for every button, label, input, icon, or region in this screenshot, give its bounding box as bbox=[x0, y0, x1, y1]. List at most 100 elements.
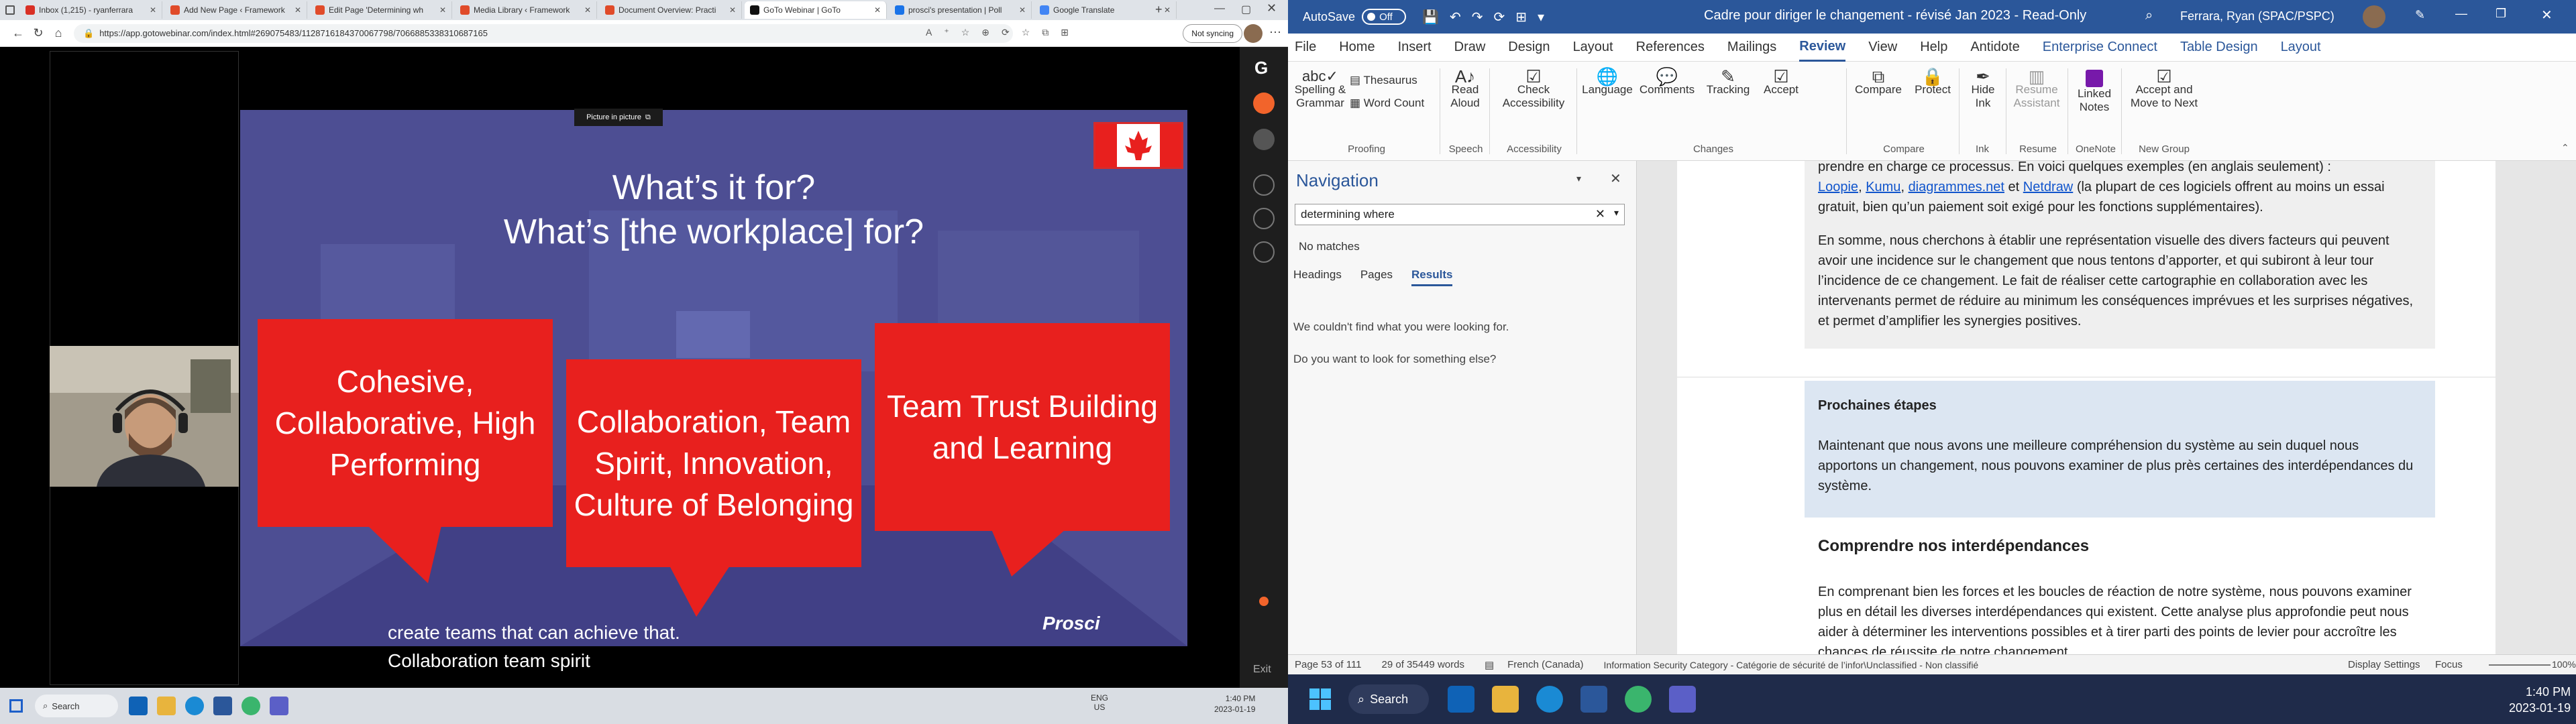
browser-tab[interactable]: Document Overview: Practi ✕ bbox=[600, 1, 742, 19]
restore-icon[interactable]: ❐ bbox=[2496, 7, 2506, 21]
link-kumu[interactable]: Kumu bbox=[1866, 180, 1900, 194]
thesaurus-button[interactable]: ▤ Thesaurus bbox=[1350, 74, 1424, 87]
tab-close-icon[interactable]: ✕ bbox=[874, 5, 881, 15]
clock[interactable]: 1:40 PM 2023-01-19 bbox=[1214, 693, 1255, 715]
audio-icon[interactable] bbox=[1253, 93, 1275, 114]
close-icon[interactable]: ✕ bbox=[2541, 7, 2553, 23]
language-indicator[interactable]: ENG US bbox=[1091, 693, 1108, 712]
accept-button[interactable]: ☑ Accept bbox=[1758, 68, 1805, 97]
handouts-icon[interactable] bbox=[1253, 241, 1275, 263]
explorer-app-icon[interactable] bbox=[1492, 686, 1519, 713]
edge-app-icon[interactable] bbox=[185, 697, 204, 715]
read-aloud-button[interactable]: A♪ Read Aloud bbox=[1445, 68, 1485, 110]
browser-tab[interactable]: Edit Page 'Determining wh ✕ bbox=[310, 1, 452, 19]
tab-close-icon[interactable]: ✕ bbox=[150, 5, 156, 15]
clock[interactable]: 1:40 PM 2023-01-19 bbox=[2509, 684, 2571, 716]
display-settings[interactable]: Display Settings bbox=[2348, 659, 2420, 670]
comments-button[interactable]: 💬 Comments bbox=[1637, 68, 1697, 97]
back-icon[interactable]: ← bbox=[8, 23, 28, 44]
clear-search-icon[interactable]: ✕ bbox=[1595, 207, 1605, 221]
quick-access-icons[interactable]: 💾↶↷⟳⊞▾ bbox=[1422, 9, 1555, 25]
link-diagrammes[interactable]: diagrammes.net bbox=[1909, 180, 2004, 194]
nav-search-input[interactable]: determining where ✕ ▾ bbox=[1295, 204, 1625, 225]
page-count[interactable]: Page 53 of 111 bbox=[1295, 659, 1362, 670]
minimize-icon[interactable]: — bbox=[1214, 3, 1225, 15]
menu-tab[interactable]: Design bbox=[1508, 34, 1550, 62]
browser-tab[interactable]: Inbox (1,215) - ryanferrara ✕ bbox=[20, 1, 162, 19]
menu-tab[interactable]: Table Design bbox=[2180, 34, 2258, 62]
search-dropdown-icon[interactable]: ▾ bbox=[1614, 207, 1619, 219]
profile-avatar[interactable] bbox=[1244, 24, 1263, 43]
refresh-icon[interactable]: ↻ bbox=[28, 23, 48, 44]
taskbar-search[interactable]: ⌕ Search bbox=[35, 695, 118, 717]
picture-in-picture-button[interactable]: Picture in picture ⧉ bbox=[574, 109, 663, 126]
menu-tab[interactable]: Home bbox=[1339, 34, 1375, 62]
word-count[interactable]: 29 of 35449 words bbox=[1382, 659, 1464, 670]
menu-tab[interactable]: Insert bbox=[1398, 34, 1432, 62]
chat-icon[interactable] bbox=[1253, 208, 1275, 229]
autosave-toggle[interactable]: Off bbox=[1362, 9, 1407, 25]
check-accessibility-button[interactable]: ☑ Check Accessibility bbox=[1493, 68, 1574, 110]
home-icon[interactable]: ⌂ bbox=[48, 23, 68, 44]
tab-close-icon[interactable]: ✕ bbox=[294, 5, 301, 15]
new-tab-icon[interactable]: + bbox=[1155, 3, 1163, 17]
word-app-icon[interactable] bbox=[1580, 686, 1607, 713]
chrome-app-icon[interactable] bbox=[241, 697, 260, 715]
zoom-slider[interactable] bbox=[2489, 664, 2551, 666]
chrome-app-icon[interactable] bbox=[1625, 686, 1652, 713]
ribbon-options-icon[interactable]: ✎ bbox=[2415, 8, 2425, 22]
nav-options-icon[interactable]: ▾ bbox=[1576, 173, 1581, 184]
menu-tab[interactable]: File bbox=[1295, 34, 1316, 62]
user-avatar[interactable] bbox=[2363, 5, 2385, 28]
browser-tab[interactable]: prosci's presentation | Poll ✕ bbox=[890, 1, 1032, 19]
url-input[interactable]: 🔒 https://app.gotowebinar.com/index.html#… bbox=[74, 23, 1013, 43]
toolbar-icons[interactable]: A⁺☆⊕⟳☆⧉⊞ bbox=[926, 27, 1081, 38]
focus-mode[interactable]: Focus bbox=[2435, 659, 2463, 670]
more-menu-icon[interactable]: ⋯ bbox=[1269, 25, 1281, 40]
menu-tab[interactable]: Review bbox=[1799, 34, 1846, 62]
collapse-ribbon-icon[interactable]: ⌃ bbox=[2561, 142, 2569, 154]
teams-app-icon[interactable] bbox=[1669, 686, 1696, 713]
tracking-button[interactable]: ✎ Tracking bbox=[1701, 68, 1755, 97]
menu-tab[interactable]: Layout bbox=[1573, 34, 1613, 62]
outlook-app-icon[interactable] bbox=[1448, 686, 1474, 713]
taskbar-search[interactable]: ⌕ Search bbox=[1348, 684, 1429, 714]
zoom-level[interactable]: 100% bbox=[2552, 659, 2576, 670]
language-status[interactable]: French (Canada) bbox=[1507, 659, 1583, 670]
maximize-icon[interactable]: ▢ bbox=[1241, 3, 1251, 16]
tab-headings[interactable]: Headings bbox=[1293, 268, 1342, 286]
teams-app-icon[interactable] bbox=[270, 697, 288, 715]
tab-actions-icon[interactable] bbox=[5, 5, 15, 15]
compare-button[interactable]: ⧉ Compare bbox=[1851, 68, 1905, 97]
questions-icon[interactable] bbox=[1253, 174, 1275, 196]
word-count-button[interactable]: ▦ Word Count bbox=[1350, 97, 1437, 110]
word-app-icon[interactable] bbox=[213, 697, 232, 715]
browser-tab[interactable]: Add New Page ‹ Framework ✕ bbox=[165, 1, 307, 19]
accept-move-next-button[interactable]: ☑ Accept and Move to Next bbox=[2124, 68, 2204, 110]
minimize-icon[interactable]: — bbox=[2455, 7, 2467, 21]
menu-tab[interactable]: Mailings bbox=[1727, 34, 1776, 62]
tab-pages[interactable]: Pages bbox=[1360, 268, 1393, 286]
sync-button[interactable]: Not syncing bbox=[1183, 24, 1242, 43]
start-icon[interactable] bbox=[1309, 688, 1331, 710]
menu-tab[interactable]: View bbox=[1868, 34, 1897, 62]
tab-close-icon[interactable]: ✕ bbox=[1164, 5, 1171, 15]
menu-tab[interactable]: Antidote bbox=[1970, 34, 2019, 62]
tab-close-icon[interactable]: ✕ bbox=[439, 5, 446, 15]
proofing-icon[interactable]: ▤ bbox=[1485, 659, 1494, 671]
start-icon[interactable] bbox=[9, 699, 23, 713]
explorer-app-icon[interactable] bbox=[157, 697, 176, 715]
search-icon[interactable]: ⌕ bbox=[2145, 8, 2153, 23]
browser-tab[interactable]: GoTo Webinar | GoTo ✕ bbox=[745, 1, 887, 19]
link-netdraw[interactable]: Netdraw bbox=[2023, 180, 2073, 194]
tab-close-icon[interactable]: ✕ bbox=[1019, 5, 1026, 15]
spelling-grammar-button[interactable]: abc✓ Spelling & Grammar bbox=[1293, 69, 1347, 110]
tab-results[interactable]: Results bbox=[1411, 268, 1453, 286]
exit-button[interactable]: Exit bbox=[1253, 664, 1271, 676]
outlook-app-icon[interactable] bbox=[129, 697, 148, 715]
menu-tab[interactable]: Help bbox=[1920, 34, 1947, 62]
menu-tab[interactable]: Layout bbox=[2281, 34, 2321, 62]
viewer-icon[interactable] bbox=[1253, 129, 1275, 150]
menu-tab[interactable]: References bbox=[1636, 34, 1705, 62]
link-loopie[interactable]: Loopie bbox=[1818, 180, 1858, 194]
